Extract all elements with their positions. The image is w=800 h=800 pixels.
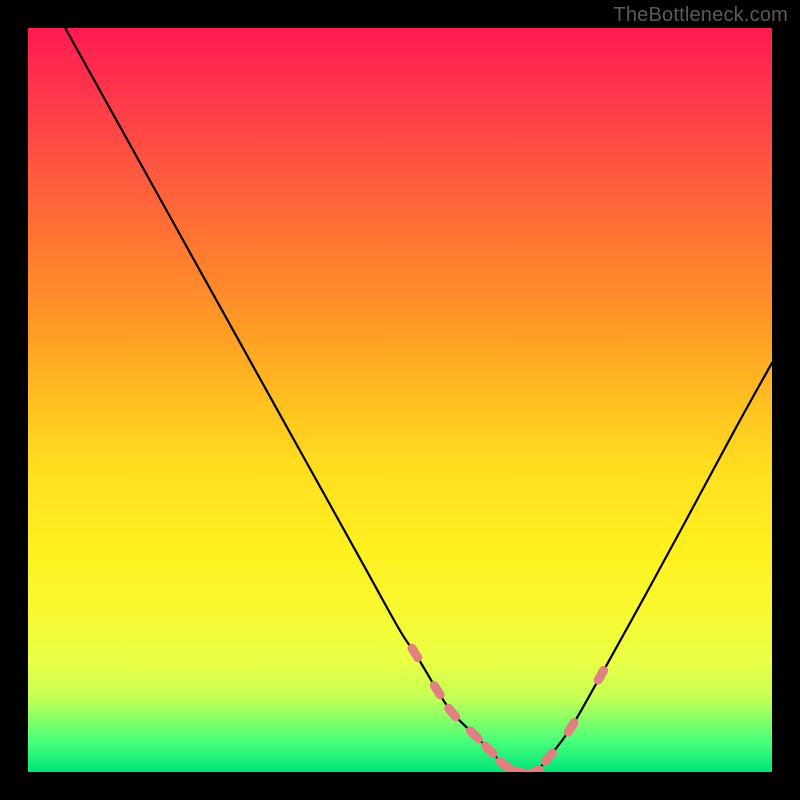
chart-container: TheBottleneck.com bbox=[0, 0, 800, 800]
marker-point bbox=[598, 671, 603, 681]
marker-point bbox=[529, 770, 539, 773]
marker-point bbox=[514, 771, 525, 772]
marker-point bbox=[485, 746, 493, 754]
marker-point bbox=[412, 648, 418, 657]
curve-svg bbox=[28, 28, 772, 772]
marker-point bbox=[568, 723, 574, 732]
marker-point bbox=[545, 753, 552, 761]
marker-point bbox=[449, 708, 456, 716]
watermark-text: TheBottleneck.com bbox=[613, 4, 788, 27]
marker-point bbox=[500, 761, 509, 768]
marker-point bbox=[471, 731, 479, 739]
plot-area bbox=[28, 28, 772, 772]
marker-point bbox=[434, 686, 440, 695]
curve-markers bbox=[412, 648, 604, 772]
